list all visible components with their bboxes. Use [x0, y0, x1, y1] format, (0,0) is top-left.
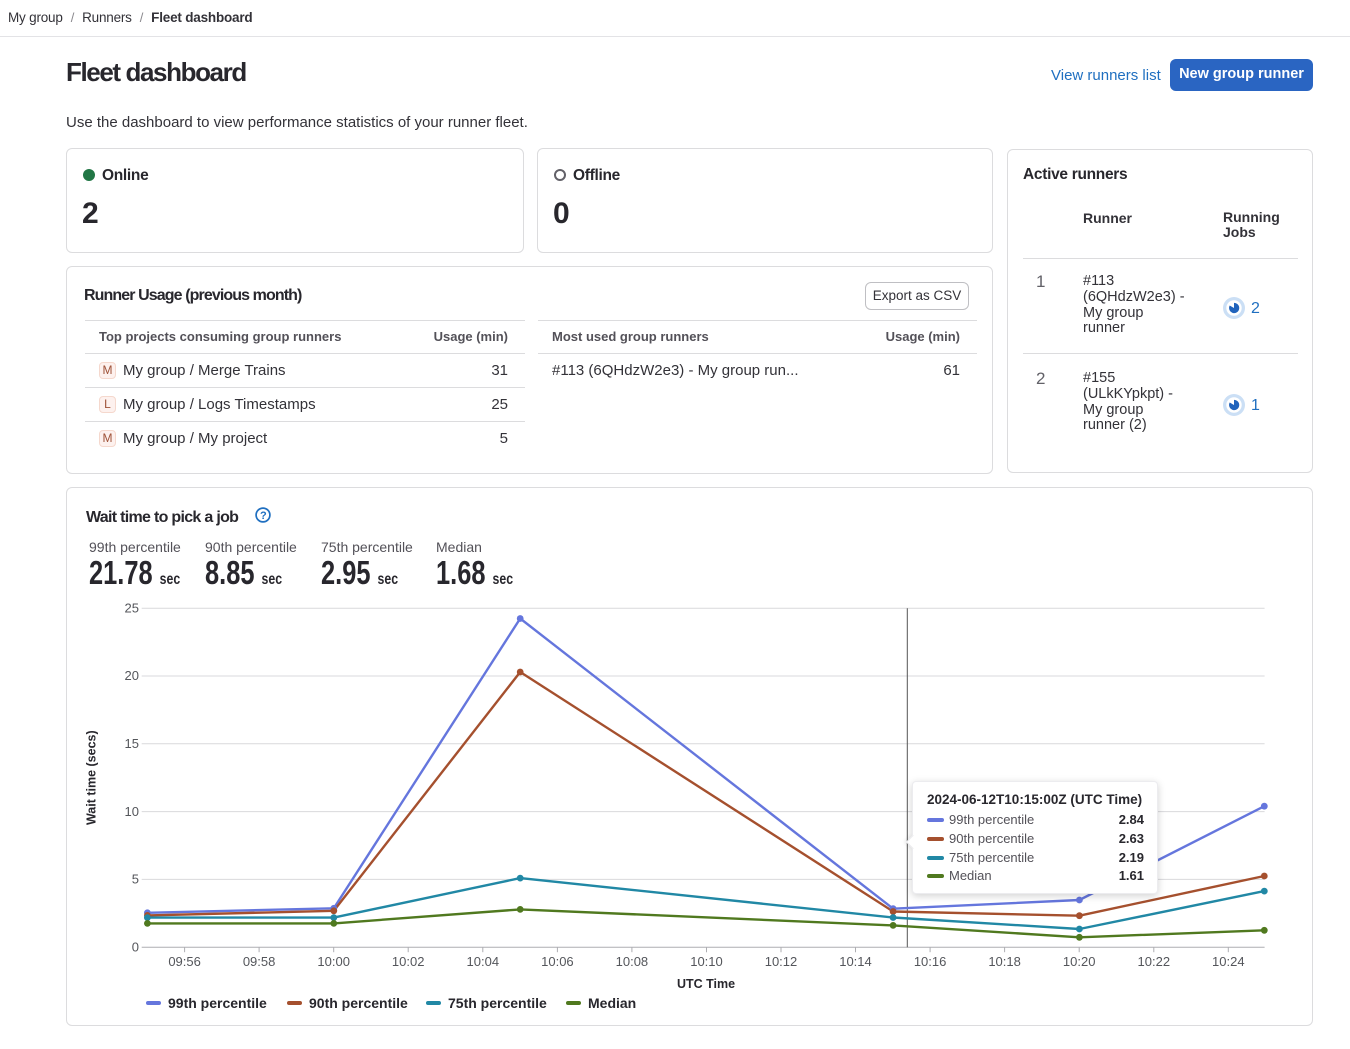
svg-text:10:08: 10:08	[616, 954, 649, 969]
svg-text:10:12: 10:12	[765, 954, 798, 969]
svg-text:Wait time (secs): Wait time (secs)	[85, 730, 99, 825]
svg-text:10:00: 10:00	[317, 954, 350, 969]
svg-text:10:04: 10:04	[467, 954, 500, 969]
svg-text:09:56: 09:56	[168, 954, 201, 969]
svg-text:10:16: 10:16	[914, 954, 947, 969]
svg-text:UTC Time: UTC Time	[677, 977, 735, 991]
svg-text:10:20: 10:20	[1063, 954, 1096, 969]
svg-text:5: 5	[132, 872, 139, 887]
svg-text:10:14: 10:14	[839, 954, 872, 969]
svg-text:10:10: 10:10	[690, 954, 723, 969]
svg-text:20: 20	[125, 668, 139, 683]
svg-text:0: 0	[132, 939, 139, 954]
svg-text:10:24: 10:24	[1212, 954, 1245, 969]
svg-text:10:06: 10:06	[541, 954, 574, 969]
svg-text:10:18: 10:18	[988, 954, 1021, 969]
svg-text:09:58: 09:58	[243, 954, 276, 969]
svg-text:10: 10	[125, 804, 139, 819]
svg-text:25: 25	[125, 600, 139, 615]
svg-text:10:22: 10:22	[1138, 954, 1171, 969]
svg-text:15: 15	[125, 736, 139, 751]
svg-text:10:02: 10:02	[392, 954, 425, 969]
